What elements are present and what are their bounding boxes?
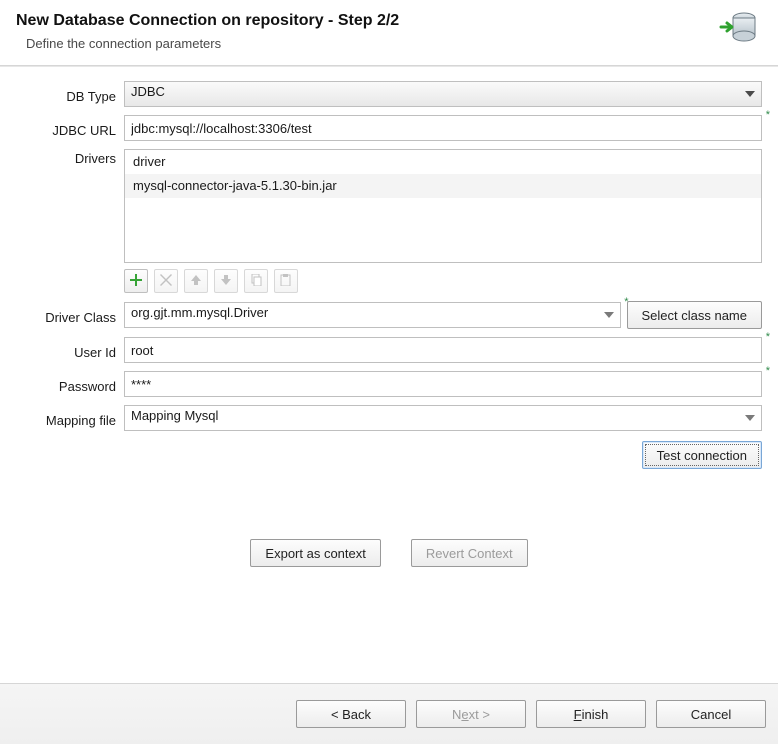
driverclass-label: Driver Class	[45, 306, 116, 325]
chevron-down-icon	[745, 91, 755, 97]
required-asterisk: *	[766, 109, 770, 121]
driverclass-combo[interactable]: org.gjt.mm.mysql.Driver	[124, 302, 621, 328]
jdbcurl-label: JDBC URL	[52, 119, 116, 138]
dbtype-value: JDBC	[131, 84, 165, 99]
drivers-label: Drivers	[75, 149, 116, 166]
dbtype-select[interactable]: JDBC	[124, 81, 762, 107]
test-connection-button[interactable]: Test connection	[642, 441, 762, 469]
required-asterisk: *	[766, 365, 770, 377]
wizard-footer: < Back Next > Finish Cancel	[0, 683, 778, 744]
paste-icon	[280, 274, 292, 289]
userid-input[interactable]	[124, 337, 762, 363]
cancel-button[interactable]: Cancel	[656, 700, 766, 728]
required-asterisk: *	[766, 331, 770, 343]
userid-label: User Id	[74, 341, 116, 360]
password-input[interactable]	[124, 371, 762, 397]
plus-icon	[130, 274, 142, 289]
wizard-icon	[718, 10, 758, 47]
drivers-list[interactable]: driver mysql-connector-java-5.1.30-bin.j…	[124, 149, 762, 263]
mappingfile-combo[interactable]: Mapping Mysql	[124, 405, 762, 431]
mappingfile-value: Mapping Mysql	[131, 408, 218, 423]
mappingfile-label: Mapping file	[46, 409, 116, 428]
arrow-up-icon	[190, 274, 202, 289]
remove-button[interactable]	[154, 269, 178, 293]
driverclass-value: org.gjt.mm.mysql.Driver	[131, 305, 268, 320]
move-up-button[interactable]	[184, 269, 208, 293]
wizard-banner: New Database Connection on repository - …	[0, 0, 778, 65]
select-class-name-button[interactable]: Select class name	[627, 301, 763, 329]
copy-icon	[250, 274, 262, 289]
next-button[interactable]: Next >	[416, 700, 526, 728]
copy-button[interactable]	[244, 269, 268, 293]
required-asterisk: *	[624, 296, 628, 308]
dbtype-label: DB Type	[66, 85, 116, 104]
jdbcurl-input[interactable]	[124, 115, 762, 141]
move-down-button[interactable]	[214, 269, 238, 293]
wizard-subtitle: Define the connection parameters	[26, 36, 762, 51]
list-item[interactable]: driver	[125, 150, 761, 174]
back-button[interactable]: < Back	[296, 700, 406, 728]
wizard-dialog: { "banner": { "title": "New Database Con…	[0, 0, 778, 744]
export-as-context-button[interactable]: Export as context	[250, 539, 380, 567]
wizard-title: New Database Connection on repository - …	[16, 12, 762, 30]
chevron-down-icon	[604, 312, 614, 318]
chevron-down-icon	[745, 415, 755, 421]
arrow-down-icon	[220, 274, 232, 289]
drivers-toolbar	[124, 269, 762, 293]
password-label: Password	[59, 375, 116, 394]
x-icon	[160, 274, 172, 289]
revert-context-button[interactable]: Revert Context	[411, 539, 528, 567]
list-item[interactable]: mysql-connector-java-5.1.30-bin.jar	[125, 174, 761, 198]
paste-button[interactable]	[274, 269, 298, 293]
finish-button[interactable]: Finish	[536, 700, 646, 728]
add-button[interactable]	[124, 269, 148, 293]
